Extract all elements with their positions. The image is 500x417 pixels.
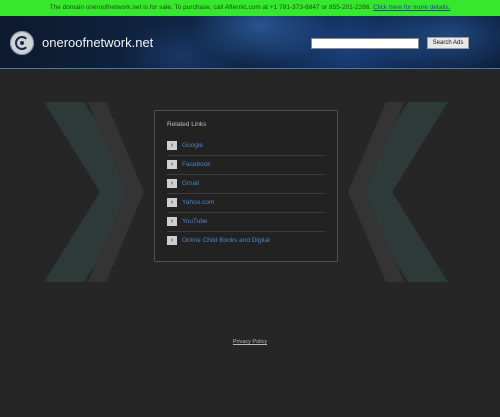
related-link[interactable]: › Yahoo.com xyxy=(167,193,325,213)
related-link[interactable]: › Gmail xyxy=(167,174,325,194)
left-chevron-decoration xyxy=(44,102,144,282)
site-header: oneroofnetwork.net Search Ads xyxy=(0,16,500,69)
related-link[interactable]: › Online Child Books and Digital xyxy=(167,231,325,250)
related-link-label[interactable]: Facebook xyxy=(182,160,211,169)
arrow-right-icon: › xyxy=(167,236,177,245)
arrow-right-icon: › xyxy=(167,141,177,150)
arrow-right-icon: › xyxy=(167,179,177,188)
domain-sale-banner: The domain oneroofnetwork.net is for sal… xyxy=(0,0,500,16)
arrow-right-icon: › xyxy=(167,198,177,207)
related-link-label[interactable]: Online Child Books and Digital xyxy=(182,236,270,245)
related-link-label[interactable]: Gmail xyxy=(182,179,199,188)
related-links-title: Related Links xyxy=(167,121,207,128)
related-link[interactable]: › Facebook xyxy=(167,155,325,175)
related-links-panel: Related Links › Google › Facebook › Gmai… xyxy=(154,110,338,262)
banner-details-link[interactable]: Click here for more details. xyxy=(373,4,450,11)
banner-text: The domain oneroofnetwork.net is for sal… xyxy=(49,4,372,11)
globe-logo-icon[interactable] xyxy=(10,31,34,55)
related-link[interactable]: › Google xyxy=(167,136,325,156)
related-link[interactable]: › YouTube xyxy=(167,212,325,232)
arrow-right-icon: › xyxy=(167,160,177,169)
search-ads-button[interactable]: Search Ads xyxy=(427,37,469,49)
search-input[interactable] xyxy=(311,38,419,49)
arrow-right-icon: › xyxy=(167,217,177,226)
related-link-label[interactable]: Google xyxy=(182,141,203,150)
related-link-label[interactable]: YouTube xyxy=(182,217,208,226)
site-title[interactable]: oneroofnetwork.net xyxy=(42,35,153,50)
related-link-label[interactable]: Yahoo.com xyxy=(182,198,214,207)
privacy-policy-link[interactable]: Privacy Policy xyxy=(0,339,500,345)
right-chevron-decoration xyxy=(348,102,448,282)
